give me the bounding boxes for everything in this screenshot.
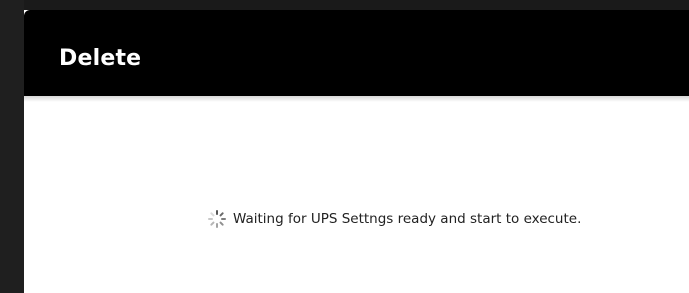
delete-dialog: Delete Waiting for UPS Settngs ready and… [24,10,689,293]
backdrop-top-strip [0,0,689,10]
dialog-header: Delete [24,10,689,96]
backdrop-left-edge [0,0,24,293]
header-separator [24,96,689,102]
dialog-title: Delete [59,46,142,71]
loading-spinner-icon [207,209,227,229]
screen: Delete Waiting for UPS Settngs ready and… [0,0,689,293]
status-message: Waiting for UPS Settngs ready and start … [233,211,582,227]
status-row: Waiting for UPS Settngs ready and start … [207,207,581,231]
